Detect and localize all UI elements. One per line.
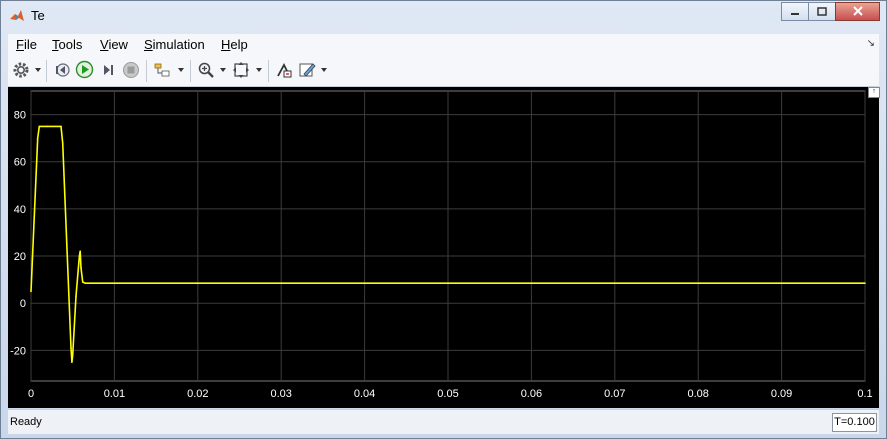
x-tick-label: 0.01 [104, 388, 125, 400]
minimize-button[interactable] [781, 2, 809, 21]
data-point [36, 137, 39, 139]
y-tick-label: 0 [20, 298, 26, 310]
gear-icon [12, 61, 30, 82]
x-tick-label: 0.04 [354, 388, 375, 400]
fit-to-view-button[interactable] [232, 61, 250, 81]
scope-chart: 0 0.01 0.02 0.03 0.04 0.05 0.06 0.07 0.08 0.09 0.1… [10, 90, 873, 400]
data-point [697, 282, 699, 284]
fit-to-view-dropdown-icon[interactable] [256, 68, 262, 72]
menu-view[interactable]: View [100, 37, 128, 52]
parameters-button[interactable] [12, 61, 30, 81]
menu-file[interactable]: File [16, 37, 37, 52]
window-title: Te [31, 8, 45, 23]
data-point [71, 361, 73, 363]
step-back-icon [53, 61, 71, 82]
x-tick-label: 0.06 [521, 388, 542, 400]
stop-button[interactable] [122, 61, 140, 81]
data-point [614, 282, 616, 284]
legend-icon [275, 61, 293, 82]
data-point [61, 142, 64, 144]
highlight-icon [153, 61, 171, 82]
x-tick-label: 0.1 [857, 388, 872, 400]
data-point [530, 282, 533, 284]
menu-help[interactable]: Help [221, 37, 248, 52]
style-dropdown-icon[interactable] [321, 68, 327, 72]
y-tick-label: 20 [14, 251, 26, 263]
zoom-dropdown-icon[interactable] [220, 68, 226, 72]
x-tick-label: 0 [28, 388, 34, 400]
scope-plot[interactable]: 0 0.01 0.02 0.03 0.04 0.05 0.06 0.07 0.08 0.09 0.1… [8, 87, 880, 408]
maximize-button[interactable] [808, 2, 836, 21]
style-icon [298, 61, 316, 82]
menu-simulation[interactable]: Simulation [144, 37, 205, 52]
x-tick-label: 0.09 [771, 388, 792, 400]
data-point [447, 282, 449, 284]
matlab-icon [9, 8, 25, 24]
data-point [80, 267, 82, 269]
run-icon [75, 60, 94, 82]
style-button[interactable] [298, 61, 316, 81]
data-point [46, 125, 49, 128]
parameters-dropdown-icon[interactable] [35, 68, 41, 72]
x-tick-label: 0.02 [187, 388, 208, 400]
data-point [280, 282, 283, 284]
maximize-icon [817, 5, 827, 19]
data-point [78, 255, 81, 257]
step-forward-icon [99, 61, 117, 82]
data-point [30, 290, 32, 293]
data-point [84, 282, 87, 284]
data-point [81, 281, 84, 283]
data-point [197, 282, 199, 284]
data-point [113, 282, 116, 284]
data-point [96, 282, 99, 284]
highlight-dropdown-icon[interactable] [178, 68, 184, 72]
y-tick-label: 80 [14, 110, 26, 122]
data-point [75, 295, 77, 297]
close-icon [852, 5, 864, 19]
x-tick-label: 0.07 [604, 388, 625, 400]
data-point [864, 282, 866, 284]
highlight-button[interactable] [153, 61, 171, 81]
status-bar: Ready T=0.100 [8, 409, 879, 434]
toolbar [8, 56, 879, 87]
minimize-icon [790, 5, 800, 19]
title-bar[interactable]: Te [1, 1, 886, 30]
data-point [70, 347, 72, 349]
undock-icon[interactable]: ↑ [868, 87, 880, 98]
close-button[interactable] [835, 2, 880, 21]
y-tick-label: -20 [10, 345, 26, 357]
zoom-button[interactable] [197, 61, 215, 81]
step-forward-button[interactable] [99, 61, 117, 81]
menu-bar: File Tools View Simulation Help ↘ [8, 33, 879, 56]
data-point [79, 250, 82, 253]
data-point [71, 354, 74, 356]
menu-tools[interactable]: Tools [52, 37, 82, 52]
simulation-time: T=0.100 [832, 413, 877, 432]
y-tick-label: 60 [14, 157, 26, 169]
status-text: Ready [10, 416, 42, 428]
run-button[interactable] [75, 60, 94, 82]
step-back-button[interactable] [53, 61, 71, 81]
data-point [780, 282, 783, 284]
data-point [60, 125, 62, 128]
x-tick-label: 0.08 [687, 388, 708, 400]
data-point [38, 125, 41, 128]
stop-icon [122, 61, 140, 82]
x-tick-label: 0.03 [270, 388, 291, 400]
toolstrip-expand-icon[interactable]: ↘ [867, 38, 875, 49]
data-point [363, 282, 366, 284]
zoom-icon [197, 61, 215, 82]
fit-to-view-icon [232, 61, 250, 82]
legend-button[interactable] [275, 61, 293, 81]
x-tick-label: 0.05 [437, 388, 458, 400]
scope-window: Te File Tools View Simulation Help ↘ 0 0… [0, 0, 887, 439]
y-tick-label: 40 [14, 204, 26, 216]
data-point [88, 282, 91, 284]
